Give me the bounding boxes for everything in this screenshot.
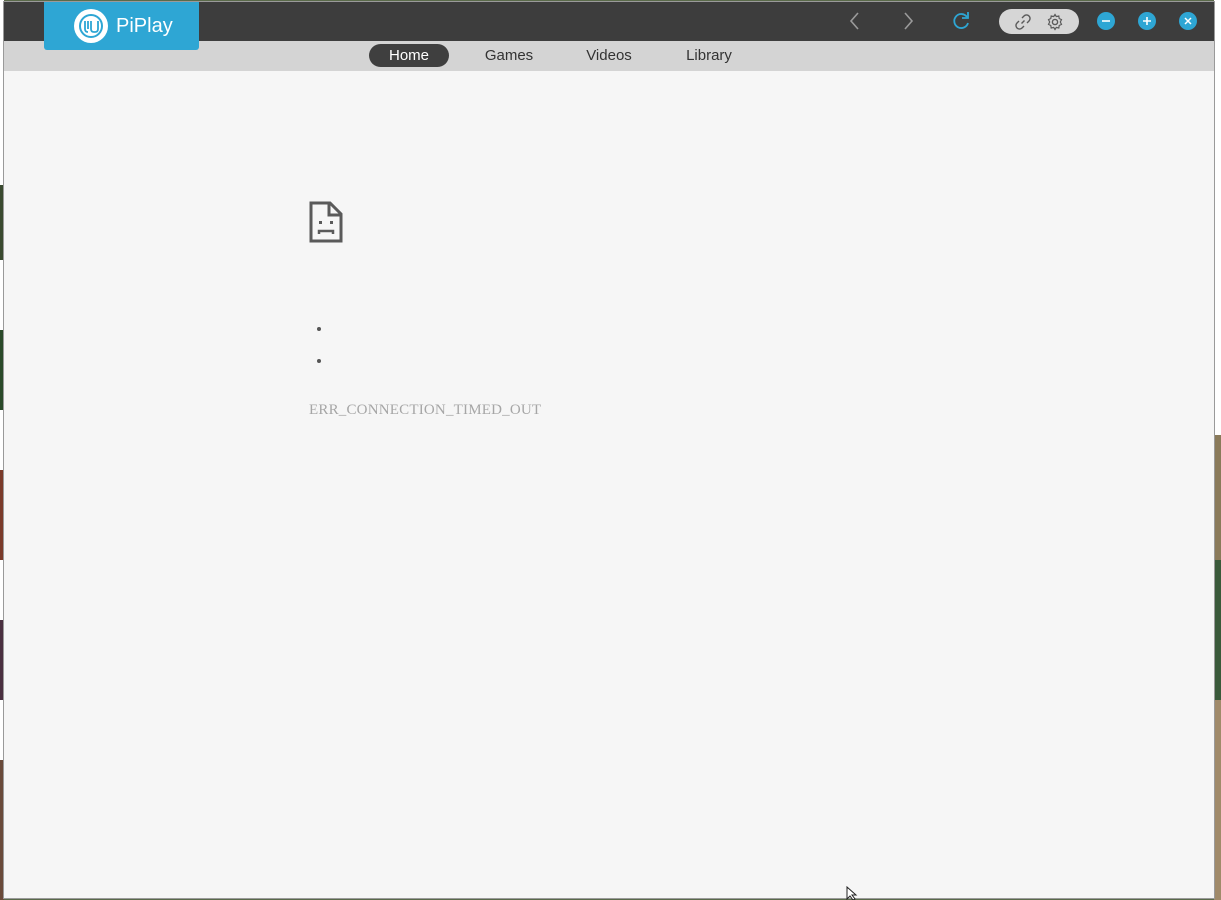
reload-button[interactable] <box>950 10 972 32</box>
tab-games[interactable]: Games <box>469 44 549 67</box>
gear-icon <box>1047 12 1062 31</box>
refresh-icon <box>953 12 969 29</box>
maximize-button[interactable] <box>1138 12 1156 30</box>
close-icon <box>1184 17 1192 25</box>
minimize-button[interactable] <box>1097 12 1115 30</box>
back-button[interactable] <box>844 10 866 32</box>
title-bar: PiPlay <box>4 2 1214 50</box>
app-window: PiPlay Home Games Videos Library ERR_CON… <box>3 1 1215 899</box>
close-button[interactable] <box>1179 12 1197 30</box>
minus-icon <box>1102 20 1110 22</box>
settings-button[interactable] <box>1044 11 1065 32</box>
suggestion-list <box>308 318 332 382</box>
link-icon <box>1014 13 1031 30</box>
error-page: ERR_CONNECTION_TIMED_OUT <box>4 71 1214 898</box>
tab-library[interactable]: Library <box>669 44 749 67</box>
tab-videos[interactable]: Videos <box>569 44 649 67</box>
desktop-background-right <box>1214 0 1221 900</box>
forward-button[interactable] <box>897 10 919 32</box>
error-code: ERR_CONNECTION_TIMED_OUT <box>309 402 542 418</box>
chevron-right-icon <box>904 12 914 30</box>
app-name: PiPlay <box>116 14 173 37</box>
tools-pill <box>999 9 1079 34</box>
app-logo[interactable]: PiPlay <box>44 2 199 50</box>
chevron-left-icon <box>849 12 859 30</box>
tab-home[interactable]: Home <box>369 44 449 67</box>
plus-icon <box>1143 17 1151 25</box>
link-button[interactable] <box>1012 11 1033 32</box>
mouse-cursor-icon <box>846 886 858 900</box>
piplay-logo-icon <box>74 9 108 43</box>
sad-document-icon <box>309 201 343 243</box>
